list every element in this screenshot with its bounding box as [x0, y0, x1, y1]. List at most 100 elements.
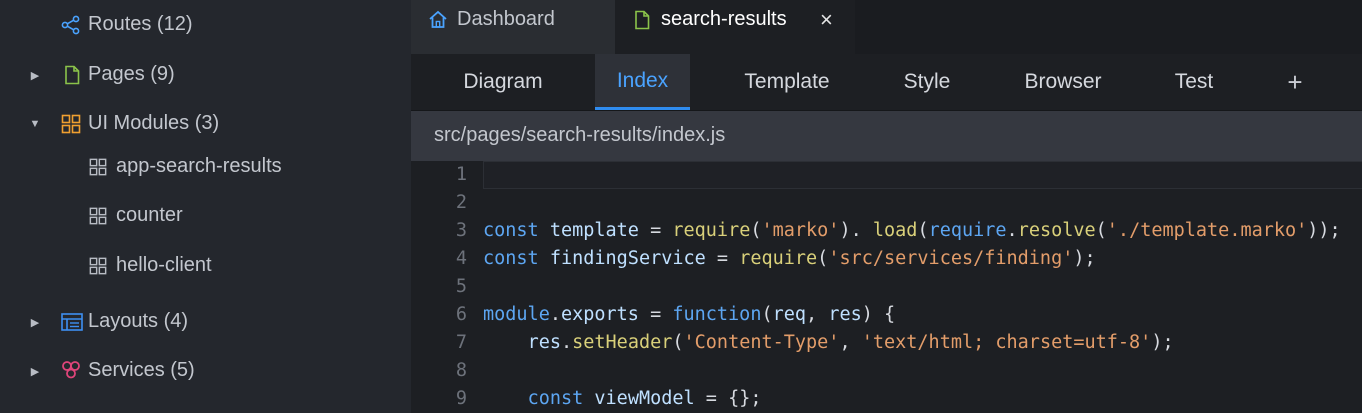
code-line[interactable]: 7 res.setHeader('Content-Type', 'text/ht…	[411, 329, 1362, 357]
chevron-down-icon[interactable]: ▼	[29, 118, 41, 130]
grid-icon	[89, 158, 107, 176]
code-token: ));	[1307, 220, 1341, 241]
chevron-right-icon[interactable]: ▶	[29, 365, 41, 378]
line-number: 3	[455, 220, 467, 241]
code-token: 'text/html; charset=utf-8'	[861, 332, 1152, 353]
code-token: const	[527, 388, 584, 409]
code-token: = {};	[694, 388, 762, 409]
code-token: function	[672, 304, 762, 325]
add-tab-button[interactable]: +	[1273, 54, 1317, 110]
code-line[interactable]: 5	[411, 273, 1362, 301]
code-line[interactable]: 6 module.exports = function(req, res) {	[411, 301, 1362, 329]
code-line[interactable]: 4 const findingService = require('src/ser…	[411, 245, 1362, 273]
code-line[interactable]: 2	[411, 189, 1362, 217]
code-token: );	[1151, 332, 1174, 353]
tab-template[interactable]: Template	[723, 54, 851, 110]
sidebar-item-label: UI Modules (3)	[88, 112, 220, 134]
grid-icon	[89, 257, 107, 275]
code-token: ,	[839, 332, 862, 353]
code-token: module	[483, 304, 550, 325]
sidebar-item-label: hello-client	[116, 254, 212, 276]
code-token: exports	[560, 304, 639, 325]
code-token: res	[527, 332, 561, 353]
code-line[interactable]: 3 const template = require('marko'). load…	[411, 217, 1362, 245]
file-tab-label: Dashboard	[457, 8, 555, 30]
share-icon	[61, 15, 80, 35]
sidebar-item-label: Pages (9)	[88, 63, 175, 85]
tab-style[interactable]: Style	[881, 54, 973, 110]
code-token: const	[483, 248, 539, 269]
home-icon	[429, 10, 447, 28]
line-number: 5	[455, 276, 467, 297]
code-token: require	[928, 220, 1007, 241]
code-line[interactable]: 8	[411, 357, 1362, 385]
file-icon	[65, 65, 80, 85]
code-text: module.exports = function(req, res) {	[483, 301, 895, 329]
file-tab-search-results[interactable]: search-results ×	[615, 0, 855, 54]
code-line[interactable]: 1	[411, 161, 1362, 189]
file-icon	[635, 10, 650, 30]
chevron-right-icon[interactable]: ▶	[29, 69, 41, 82]
code-editor[interactable]: 1 2 3 const template = require('marko'). lo…	[411, 161, 1362, 413]
current-line-highlight	[483, 161, 1362, 189]
code-token: =	[705, 248, 740, 269]
code-token: './template.marko'	[1106, 220, 1308, 241]
code-text: const viewModel = {};	[483, 385, 762, 413]
file-path-bar: src/pages/search-results/index.js	[411, 111, 1362, 161]
chevron-right-icon[interactable]: ▶	[29, 316, 41, 329]
code-token: template	[549, 220, 639, 241]
code-token: .	[549, 304, 561, 325]
tab-browser[interactable]: Browser	[1003, 54, 1123, 110]
code-token: .	[1006, 220, 1018, 241]
code-token: findingService	[549, 248, 706, 269]
code-text: res.setHeader('Content-Type', 'text/html…	[483, 329, 1174, 357]
sidebar-item-label: app-search-results	[116, 155, 282, 177]
sidebar-item-label: Services (5)	[88, 359, 195, 381]
grid-icon	[89, 207, 107, 225]
file-path: src/pages/search-results/index.js	[434, 124, 726, 146]
sidebar-item-label: Layouts (4)	[88, 310, 189, 332]
code-token: (	[1095, 220, 1107, 241]
sidebar: Routes (12) ▶ Pages (9) ▼ UI Modules (3)…	[0, 0, 411, 413]
view-tab-bar: Diagram Index Template Style Browser Tes…	[411, 54, 1362, 111]
layout-icon	[61, 313, 83, 331]
line-number: 8	[455, 360, 467, 381]
close-icon[interactable]: ×	[820, 7, 833, 33]
editor-pane: Dashboard search-results × Diagram Index…	[411, 0, 1362, 413]
code-token: const	[483, 220, 539, 241]
code-token: ,	[806, 304, 829, 325]
code-token: load	[872, 220, 918, 241]
line-number: 7	[455, 332, 467, 353]
code-token: res	[828, 304, 862, 325]
code-token: ) {	[861, 304, 896, 325]
code-token: ).	[839, 220, 873, 241]
tab-diagram[interactable]: Diagram	[440, 54, 566, 110]
code-token: resolve	[1017, 220, 1096, 241]
tab-index[interactable]: Index	[595, 54, 690, 110]
code-token: (	[817, 248, 829, 269]
line-number: 6	[455, 304, 467, 325]
sidebar-item-label: counter	[116, 204, 183, 226]
code-line[interactable]: 9 const viewModel = {};	[411, 385, 1362, 413]
file-tab-dashboard[interactable]: Dashboard	[411, 0, 615, 54]
line-number: 1	[455, 164, 467, 185]
grid-icon	[61, 114, 81, 134]
code-token: (	[761, 304, 773, 325]
code-token: (	[750, 220, 762, 241]
line-number: 4	[455, 248, 467, 269]
line-number: 9	[455, 388, 467, 409]
code-token: =	[638, 220, 673, 241]
code-token: viewModel	[594, 388, 695, 409]
code-token: require	[739, 248, 818, 269]
tab-test[interactable]: Test	[1156, 54, 1232, 110]
services-icon	[62, 361, 80, 379]
code-text: const findingService = require('src/serv…	[483, 245, 1096, 273]
code-text: const template = require('marko'). load(…	[483, 217, 1341, 245]
code-token: 'marko'	[761, 220, 840, 241]
code-token: =	[638, 304, 673, 325]
